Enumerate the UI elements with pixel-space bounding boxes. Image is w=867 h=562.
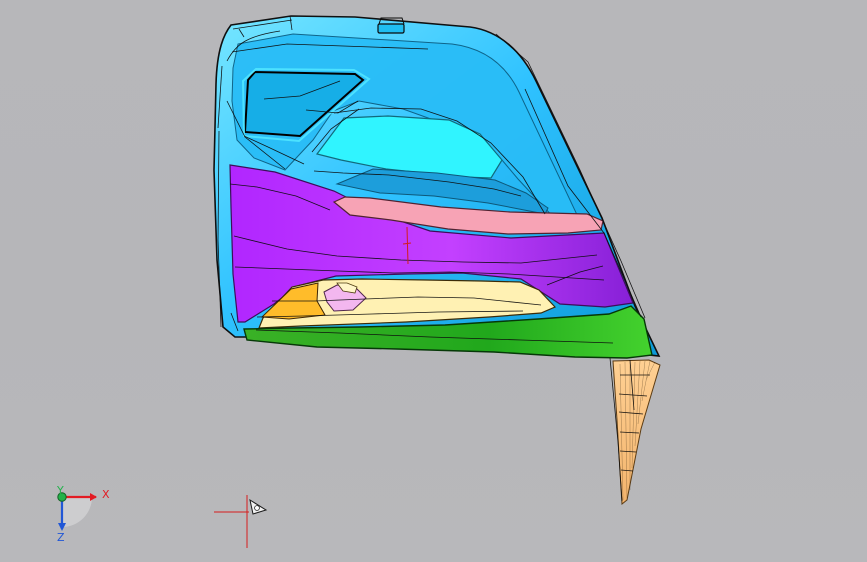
- door-panel-model[interactable]: [213, 15, 661, 505]
- cad-viewport[interactable]: X Y Z: [0, 0, 867, 562]
- y-axis-label: Y: [56, 484, 64, 497]
- model-scene[interactable]: X Y Z: [0, 0, 867, 562]
- x-axis-label: X: [102, 488, 110, 501]
- triad[interactable]: [57, 492, 97, 531]
- triad-quadrant: [62, 497, 92, 527]
- z-axis-label: Z: [57, 531, 65, 544]
- x-axis-arrow-icon: [90, 493, 97, 501]
- z-axis-arrow-icon: [58, 523, 66, 531]
- center-marker[interactable]: [214, 495, 268, 548]
